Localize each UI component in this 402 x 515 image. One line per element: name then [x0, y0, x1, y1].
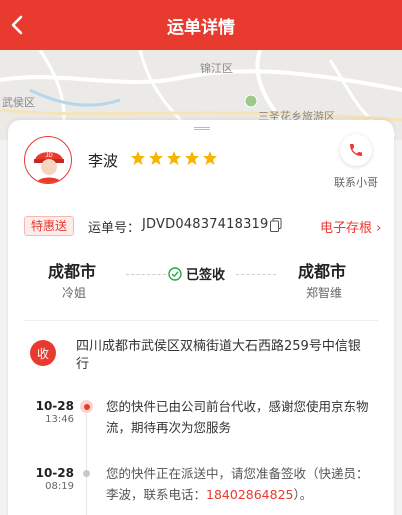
tracking-item: 10-28 13:46 您的快件已由公司前台代收，感谢您使用京东物流，期待再次为…	[8, 395, 394, 459]
route-line-right	[236, 274, 276, 275]
page-title: 运单详情	[167, 18, 235, 38]
destination-city: 成都市	[298, 262, 347, 281]
copy-icon[interactable]	[270, 218, 282, 232]
route-line-left	[126, 274, 166, 275]
map-label: 武侯区	[2, 96, 35, 109]
timeline-dot	[83, 470, 90, 477]
avatar-logo-text: JD	[45, 153, 53, 159]
tracking-item: 10-28 08:19 您的快件正在派送中，请您准备签收（快递员：李波，联系电话…	[8, 462, 394, 515]
section-divider	[24, 320, 378, 321]
star-icon	[203, 151, 217, 165]
service-badge: 特惠送	[24, 216, 75, 236]
recipient-name: 郑智维	[306, 286, 343, 300]
receive-icon: 收	[30, 340, 56, 366]
contact-courier-button[interactable]: 联系小哥	[326, 134, 386, 194]
timeline-dot-active	[80, 400, 93, 413]
drag-handle[interactable]	[194, 127, 210, 130]
tracking-date: 10-28	[35, 466, 74, 480]
courier-phone-link[interactable]: 18402864825	[206, 487, 293, 502]
phone-icon	[350, 144, 362, 156]
courier-section: JD 李波 联系小哥	[8, 132, 394, 198]
phone-button[interactable]	[340, 134, 372, 166]
waybill-number-label: 运单号：	[88, 221, 141, 236]
map-label: 锦江区	[200, 62, 233, 75]
contact-courier-label: 联系小哥	[334, 176, 378, 189]
waybill-section: 特惠送 运单号： JDVD04837418319 电子存根 › 成都市 冷姐 已…	[8, 202, 394, 322]
poi-marker-icon	[244, 94, 258, 108]
courier-avatar: JD	[24, 136, 72, 184]
top-navigation-bar: 运单详情	[0, 0, 402, 50]
tracking-text: 您的快件已由公司前台代收，感谢您使用京东物流，期待再次为您服务	[106, 399, 369, 435]
courier-avatar-icon: JD	[34, 152, 64, 183]
waybill-card: JD 李波 联系小哥 特惠送 运单号： JDVD04837418319 电子存根…	[8, 120, 394, 515]
delivery-status-text: 已签收	[186, 268, 226, 283]
delivery-address-text: 四川成都市武侯区双楠街道大石西路259号中信银行	[76, 339, 361, 372]
tracking-text-suffix: ）。	[293, 487, 313, 502]
star-icon	[149, 151, 163, 165]
delivery-status: 已签收	[168, 264, 225, 283]
star-icon	[131, 151, 145, 165]
tracking-time: 13:46	[45, 414, 74, 425]
electronic-stub-link[interactable]: 电子存根 ›	[320, 217, 381, 236]
sender-name: 冷姐	[62, 286, 87, 300]
delivery-address: 收 四川成都市武侯区双楠街道大石西路259号中信银行	[8, 330, 394, 380]
check-circle-icon	[168, 266, 182, 281]
star-icon	[167, 151, 181, 165]
tracking-date: 10-28	[35, 399, 74, 413]
origin-city: 成都市	[48, 262, 97, 281]
waybill-number: JDVD04837418319	[142, 217, 269, 232]
courier-rating	[130, 150, 218, 166]
courier-name: 李波	[88, 152, 119, 170]
tracking-text: 您的快件正在派送中，请您准备签收（快递员：李波，联系电话：18402864825…	[106, 463, 376, 505]
star-icon	[185, 151, 199, 165]
tracking-time: 08:19	[45, 481, 74, 492]
